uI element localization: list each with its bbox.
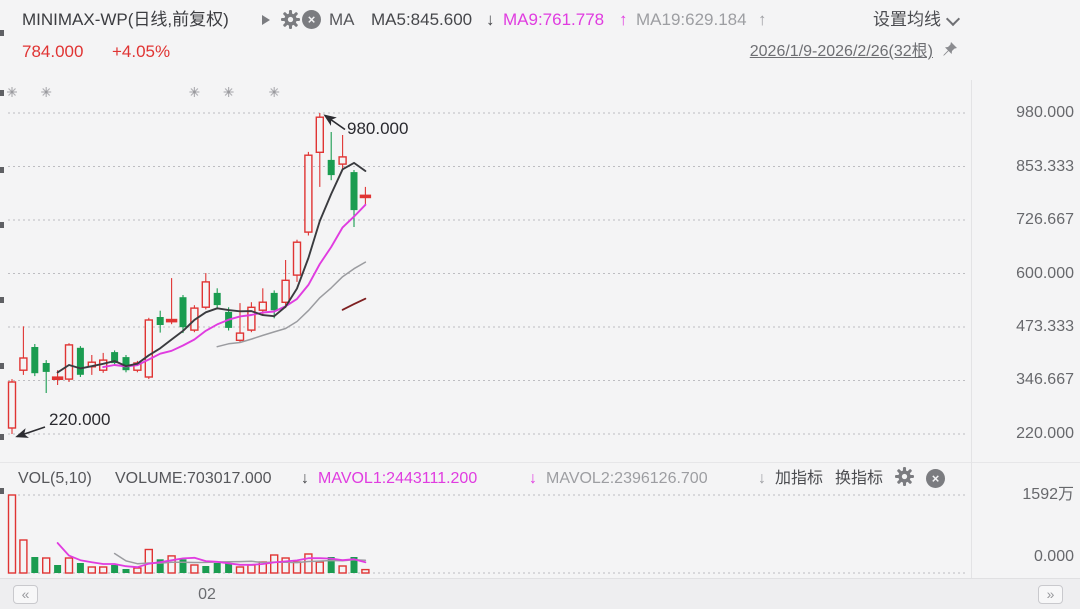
volume-axis-label: 0.000 xyxy=(1033,548,1074,565)
ma9-direction-icon: ↑ xyxy=(619,10,628,29)
ma30-line xyxy=(341,297,367,311)
price-axis-label: 853.333 xyxy=(1016,158,1074,175)
vol-indicator-label: VOL(5,10) xyxy=(18,470,92,487)
ma-indicator-label: MA xyxy=(329,10,355,29)
high-annotation-label: 980.000 xyxy=(347,119,409,138)
scroll-right-button[interactable]: » xyxy=(1038,585,1063,604)
main-chart-canvas[interactable] xyxy=(0,80,972,465)
price-axis-label: 600.000 xyxy=(1016,265,1074,282)
date-range-group: 2026/1/9-2026/2/26(32根) xyxy=(750,41,958,63)
volume-chart-canvas[interactable] xyxy=(0,490,972,578)
ma9-value: MA9:761.778 xyxy=(503,10,605,29)
price-change-percent: +4.05% xyxy=(112,42,171,61)
price-axis-label: 980.000 xyxy=(1016,104,1074,121)
mavol1-value: MAVOL1:2443111.200 xyxy=(318,470,478,487)
vol-settings-gear-icon[interactable] xyxy=(895,467,914,492)
pin-icon[interactable] xyxy=(941,41,958,64)
left-edge-tick xyxy=(0,222,4,228)
chevron-down-icon xyxy=(945,11,961,26)
high-annotation-arrow xyxy=(323,114,346,131)
ma-close-icon[interactable]: × xyxy=(302,10,321,29)
pane-divider xyxy=(0,462,1080,463)
stock-chart-window: MINIMAX-WP(日线,前复权) × MA MA5:845.600 ↓ MA… xyxy=(0,0,1080,609)
price-axis-label: 220.000 xyxy=(1016,425,1074,442)
ma-settings-label: 设置均线 xyxy=(873,10,941,29)
left-edge-tick xyxy=(0,363,4,369)
ma19-direction-icon: ↑ xyxy=(758,10,767,29)
price-axis-label: 346.667 xyxy=(1016,371,1074,388)
price-axis-label: 726.667 xyxy=(1016,211,1074,228)
time-axis-label-feb: 02 xyxy=(198,586,216,603)
left-edge-tick xyxy=(0,167,4,173)
left-edge-tick xyxy=(0,30,4,36)
time-scrollbar[interactable]: « 02 » xyxy=(0,578,1080,609)
left-edge-tick xyxy=(0,90,4,96)
scroll-left-button[interactable]: « xyxy=(13,585,38,604)
ma-settings-gear-icon[interactable] xyxy=(281,10,300,34)
last-price: 784.000 xyxy=(22,42,84,61)
event-markers xyxy=(7,87,280,97)
left-edge-tick xyxy=(0,297,4,303)
ma-settings-button[interactable]: 设置均线 xyxy=(873,9,961,31)
vol-close-icon[interactable]: × xyxy=(926,469,945,488)
volume-axis-label: 1592万 xyxy=(1022,486,1074,503)
left-edge-tick xyxy=(0,434,4,440)
mavol2-value: MAVOL2:2396126.700 xyxy=(546,470,708,487)
low-annotation-label: 220.000 xyxy=(49,410,111,429)
switch-indicator-button[interactable]: 换指标 xyxy=(835,468,883,489)
mavol1-direction-icon: ↓ xyxy=(529,470,537,487)
expand-caret-icon[interactable] xyxy=(262,15,270,25)
ma5-value: MA5:845.600 xyxy=(371,10,473,29)
date-range-link[interactable]: 2026/1/9-2026/2/26(32根) xyxy=(750,41,933,63)
ma5-line xyxy=(56,161,367,374)
symbol-title: MINIMAX-WP(日线,前复权) xyxy=(22,10,229,29)
mavol2-direction-icon: ↓ xyxy=(758,470,766,487)
price-gridlines xyxy=(8,112,968,435)
volume-value: VOLUME:703017.000 xyxy=(115,470,272,487)
price-axis-label: 473.333 xyxy=(1016,318,1074,335)
ma19-value: MA19:629.184 xyxy=(636,10,747,29)
add-indicator-button[interactable]: 加指标 xyxy=(775,468,823,489)
low-annotation-arrow xyxy=(15,426,46,438)
ma5-direction-icon: ↓ xyxy=(486,10,495,29)
volume-direction-icon: ↓ xyxy=(301,470,309,487)
